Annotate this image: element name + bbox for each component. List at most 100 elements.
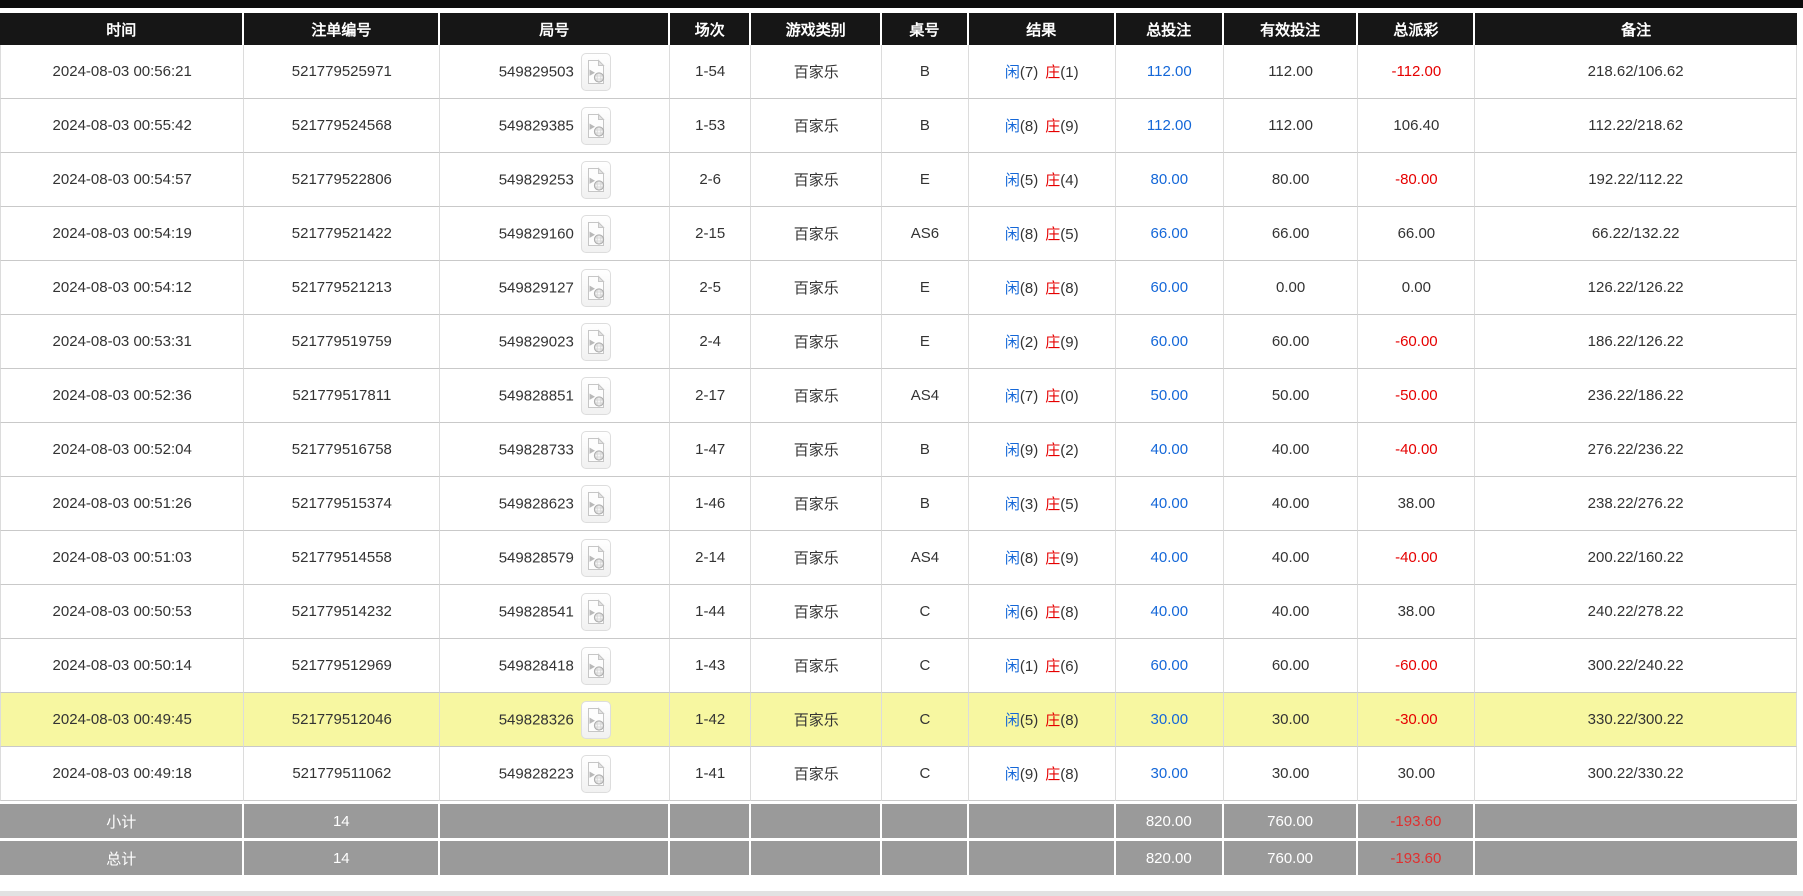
- video-replay-button[interactable]: [581, 377, 611, 415]
- cell-valid-bet: 50.00: [1224, 369, 1359, 423]
- result-player-label: 闲: [1005, 766, 1020, 783]
- result-player-label: 闲: [1005, 388, 1020, 405]
- cell-round-no: 549828541: [440, 585, 670, 639]
- cell-table-no: C: [882, 747, 968, 801]
- result-banker-score: (6): [1060, 658, 1078, 675]
- round-number: 549828579: [499, 549, 574, 566]
- cell-game-type: 百家乐: [751, 261, 882, 315]
- table-row[interactable]: 2024-08-03 00:56:21 521779525971 5498295…: [0, 45, 1797, 99]
- round-number: 549828418: [499, 657, 574, 674]
- summary-valid-bet: 760.00: [1224, 801, 1359, 838]
- cell-valid-bet: 40.00: [1224, 531, 1359, 585]
- cell-table-no: C: [882, 639, 968, 693]
- col-header-payout: 总派彩: [1358, 13, 1475, 45]
- cell-round-no: 549829023: [440, 315, 670, 369]
- cell-round-no: 549828733: [440, 423, 670, 477]
- result-player-score: (6): [1020, 604, 1038, 621]
- cell-total-bet: 112.00: [1116, 45, 1224, 99]
- result-banker-label: 庄: [1045, 658, 1060, 675]
- cell-valid-bet: 40.00: [1224, 477, 1359, 531]
- summary-row: 小计 14 820.00 760.00 -193.60: [0, 801, 1797, 838]
- video-replay-button[interactable]: [581, 539, 611, 577]
- cell-remark: 66.22/132.22: [1475, 207, 1797, 261]
- video-replay-button[interactable]: [581, 647, 611, 685]
- cell-time: 2024-08-03 00:54:12: [0, 261, 244, 315]
- video-replay-button[interactable]: [581, 107, 611, 145]
- table-row[interactable]: 2024-08-03 00:53:31 521779519759 5498290…: [0, 315, 1797, 369]
- result-player-score: (7): [1020, 388, 1038, 405]
- cell-round-no: 549829127: [440, 261, 670, 315]
- cell-table-no: C: [882, 585, 968, 639]
- cell-time: 2024-08-03 00:56:21: [0, 45, 244, 99]
- table-row[interactable]: 2024-08-03 00:52:04 521779516758 5498287…: [0, 423, 1797, 477]
- table-row[interactable]: 2024-08-03 00:50:14 521779512969 5498284…: [0, 639, 1797, 693]
- video-replay-button[interactable]: [581, 161, 611, 199]
- cell-valid-bet: 112.00: [1224, 45, 1359, 99]
- video-replay-button[interactable]: [581, 593, 611, 631]
- cell-session: 2-6: [670, 153, 751, 207]
- result-banker-score: (1): [1060, 64, 1078, 81]
- summary-row: 总计 14 820.00 760.00 -193.60: [0, 838, 1797, 875]
- cell-table-no: E: [882, 315, 968, 369]
- video-replay-button[interactable]: [581, 215, 611, 253]
- table-row[interactable]: 2024-08-03 00:49:45 521779512046 5498283…: [0, 693, 1797, 747]
- cell-payout: 38.00: [1358, 477, 1475, 531]
- table-row[interactable]: 2024-08-03 00:52:36 521779517811 5498288…: [0, 369, 1797, 423]
- video-file-icon: [586, 599, 606, 625]
- cell-round-no: 549828579: [440, 531, 670, 585]
- cell-order-no: 521779512969: [244, 639, 440, 693]
- result-player-label: 闲: [1005, 442, 1020, 459]
- video-replay-button[interactable]: [581, 431, 611, 469]
- table-row[interactable]: 2024-08-03 00:49:18 521779511062 5498282…: [0, 747, 1797, 801]
- video-replay-button[interactable]: [581, 269, 611, 307]
- result-player-score: (9): [1020, 442, 1038, 459]
- result-banker-score: (9): [1060, 118, 1078, 135]
- bet-records-table: 时间 注单编号 局号 场次 游戏类别 桌号 结果 总投注 有效投注 总派彩 备注…: [0, 13, 1797, 875]
- cell-round-no: 549829385: [440, 99, 670, 153]
- video-file-icon: [586, 545, 606, 571]
- cell-table-no: B: [882, 423, 968, 477]
- result-player-score: (5): [1020, 172, 1038, 189]
- cell-game-type: 百家乐: [751, 747, 882, 801]
- cell-valid-bet: 60.00: [1224, 639, 1359, 693]
- table-row[interactable]: 2024-08-03 00:54:57 521779522806 5498292…: [0, 153, 1797, 207]
- video-replay-button[interactable]: [581, 701, 611, 739]
- result-player-score: (2): [1020, 334, 1038, 351]
- video-replay-button[interactable]: [581, 755, 611, 793]
- cell-total-bet: 30.00: [1116, 693, 1224, 747]
- summary-payout: -193.60: [1358, 801, 1475, 838]
- result-banker-score: (8): [1060, 712, 1078, 729]
- cell-session: 1-54: [670, 45, 751, 99]
- result-player-label: 闲: [1005, 550, 1020, 567]
- cell-game-type: 百家乐: [751, 369, 882, 423]
- cell-session: 2-4: [670, 315, 751, 369]
- col-header-time: 时间: [0, 13, 244, 45]
- cell-table-no: E: [882, 261, 968, 315]
- cell-result: 闲(2)庄(9): [969, 315, 1116, 369]
- cell-game-type: 百家乐: [751, 315, 882, 369]
- table-row[interactable]: 2024-08-03 00:51:03 521779514558 5498285…: [0, 531, 1797, 585]
- cell-payout: 66.00: [1358, 207, 1475, 261]
- round-number: 549828851: [499, 387, 574, 404]
- result-banker-label: 庄: [1045, 604, 1060, 621]
- result-banker-label: 庄: [1045, 226, 1060, 243]
- table-row[interactable]: 2024-08-03 00:54:19 521779521422 5498291…: [0, 207, 1797, 261]
- table-row[interactable]: 2024-08-03 00:54:12 521779521213 5498291…: [0, 261, 1797, 315]
- table-row[interactable]: 2024-08-03 00:50:53 521779514232 5498285…: [0, 585, 1797, 639]
- cell-round-no: 549829253: [440, 153, 670, 207]
- video-file-icon: [586, 437, 606, 463]
- table-row[interactable]: 2024-08-03 00:51:26 521779515374 5498286…: [0, 477, 1797, 531]
- video-replay-button[interactable]: [581, 485, 611, 523]
- cell-table-no: C: [882, 693, 968, 747]
- cell-result: 闲(9)庄(8): [969, 747, 1116, 801]
- cell-game-type: 百家乐: [751, 531, 882, 585]
- video-replay-button[interactable]: [581, 323, 611, 361]
- result-player-score: (8): [1020, 118, 1038, 135]
- cell-payout: -40.00: [1358, 531, 1475, 585]
- table-row[interactable]: 2024-08-03 00:55:42 521779524568 5498293…: [0, 99, 1797, 153]
- cell-remark: 240.22/278.22: [1475, 585, 1797, 639]
- cell-game-type: 百家乐: [751, 45, 882, 99]
- result-banker-label: 庄: [1045, 712, 1060, 729]
- video-replay-button[interactable]: [581, 53, 611, 91]
- result-player-label: 闲: [1005, 118, 1020, 135]
